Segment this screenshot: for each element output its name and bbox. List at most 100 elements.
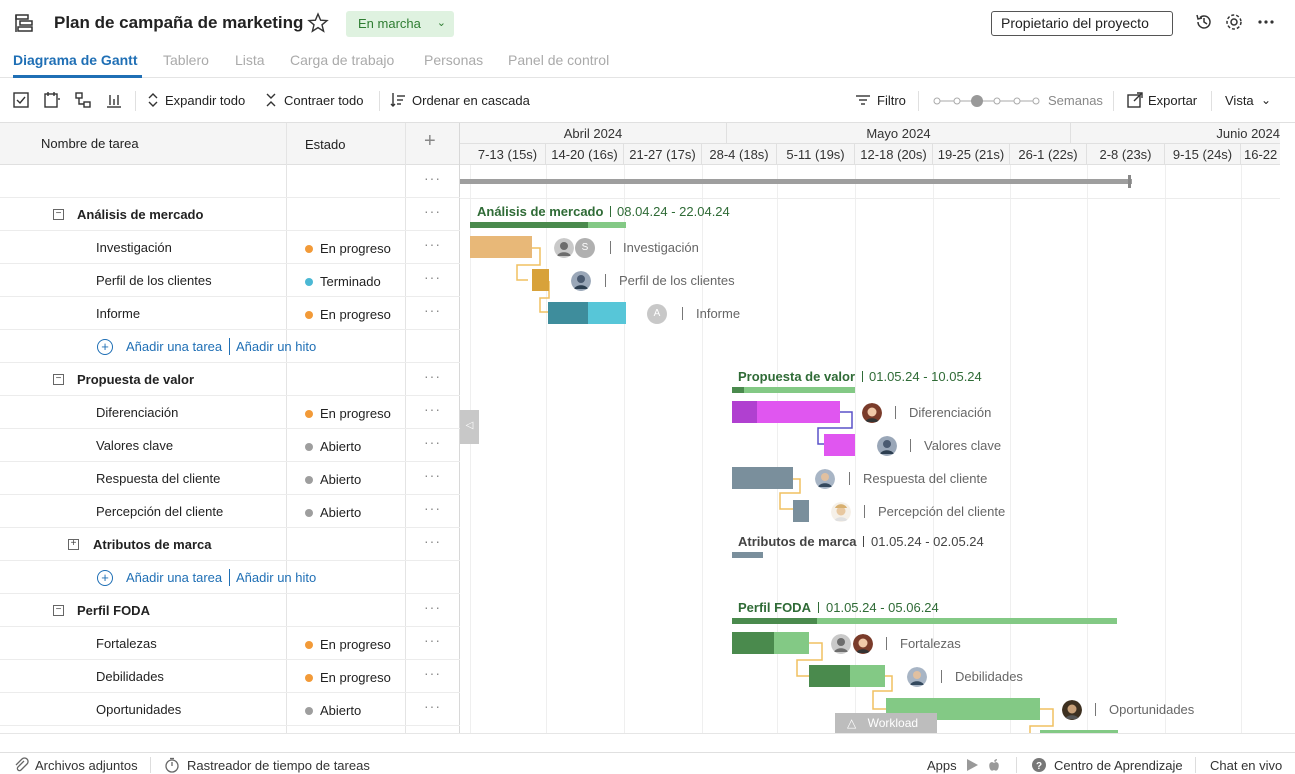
gantt-chart-area[interactable]: Abril 2024 Mayo 2024 Junio 2024 7-13 (15… [460, 123, 1280, 733]
filter-button[interactable]: Filtro [877, 93, 906, 108]
learning-center-link[interactable]: Centro de Aprendizaje [1054, 758, 1183, 773]
status-badge[interactable]: Terminado [305, 274, 381, 289]
collapse-all-button[interactable]: Contraer todo [284, 93, 364, 108]
apple-icon[interactable] [987, 757, 1001, 772]
task-bar-respuesta-cliente[interactable] [732, 467, 793, 489]
add-column-icon[interactable]: + [424, 130, 436, 153]
expand-all-button[interactable]: Expandir todo [165, 93, 245, 108]
add-icon[interactable]: + [97, 570, 113, 586]
user-avatar-initial[interactable]: S [575, 238, 595, 258]
user-avatar[interactable] [815, 469, 835, 489]
column-header-status[interactable]: Estado [305, 137, 345, 152]
collapse-toggle-icon[interactable]: − [53, 605, 64, 616]
user-avatar[interactable] [907, 667, 927, 687]
row-more-icon[interactable]: ··· [424, 599, 441, 615]
collapse-toggle-icon[interactable]: − [53, 209, 64, 220]
user-avatar[interactable] [853, 634, 873, 654]
task-bar-percepcion-cliente[interactable] [793, 500, 809, 522]
table-row-group[interactable]: − Perfil FODA ··· [0, 594, 460, 627]
play-store-icon[interactable] [965, 758, 979, 772]
collapse-grid-handle[interactable]: ◁ [460, 410, 479, 444]
status-badge[interactable]: Abierto [305, 472, 361, 487]
baseline-icon[interactable] [105, 91, 123, 109]
task-bar-valores-clave[interactable] [824, 434, 855, 456]
table-row[interactable]: Debilidades En progreso ··· [0, 660, 460, 693]
table-row[interactable]: Investigación En progreso ··· [0, 231, 460, 264]
group-summary-bar[interactable] [732, 552, 763, 558]
add-task-link[interactable]: Añadir una tarea [126, 339, 222, 354]
status-badge[interactable]: Abierto [305, 505, 361, 520]
dependencies-icon[interactable] [74, 91, 92, 109]
status-badge[interactable]: En progreso [305, 241, 391, 256]
apps-link[interactable]: Apps [927, 758, 957, 773]
row-more-icon[interactable]: ··· [424, 434, 441, 450]
gear-icon[interactable] [1224, 12, 1244, 32]
status-badge[interactable]: En progreso [305, 406, 391, 421]
user-avatar[interactable] [831, 502, 851, 522]
tab-list[interactable]: Lista [235, 52, 265, 68]
row-more-icon[interactable]: ··· [424, 632, 441, 648]
task-bar-investigacion[interactable] [470, 236, 532, 258]
table-row[interactable]: Fortalezas En progreso ··· [0, 627, 460, 660]
table-row[interactable]: Diferenciación En progreso ··· [0, 396, 460, 429]
table-row[interactable]: Oportunidades Abierto ··· [0, 693, 460, 726]
row-more-icon[interactable]: ··· [424, 368, 441, 384]
tab-board[interactable]: Tablero [163, 52, 209, 68]
history-icon[interactable] [1194, 12, 1214, 32]
table-row-project[interactable]: ··· [0, 165, 460, 198]
time-tracker-link[interactable]: Rastreador de tiempo de tareas [187, 758, 370, 773]
row-more-icon[interactable]: ··· [424, 269, 441, 285]
row-more-icon[interactable]: ··· [424, 236, 441, 252]
more-options-icon[interactable] [1256, 12, 1276, 32]
table-row[interactable]: Percepción del cliente Abierto ··· [0, 495, 460, 528]
user-avatar[interactable] [831, 634, 851, 654]
status-badge[interactable]: Abierto [305, 703, 361, 718]
live-chat-link[interactable]: Chat en vivo [1210, 758, 1282, 773]
status-badge[interactable]: En progreso [305, 307, 391, 322]
group-summary-bar[interactable] [732, 387, 855, 393]
cascade-sort-button[interactable]: Ordenar en cascada [412, 93, 530, 108]
status-badge[interactable]: Abierto [305, 439, 361, 454]
tab-workload[interactable]: Carga de trabajo [290, 52, 394, 68]
row-more-icon[interactable]: ··· [424, 698, 441, 714]
status-badge[interactable]: En progreso [305, 637, 391, 652]
select-checkbox-icon[interactable] [12, 91, 30, 109]
row-more-icon[interactable]: ··· [424, 203, 441, 219]
project-status-dropdown[interactable]: En marcha ⌄ [346, 11, 454, 37]
tab-people[interactable]: Personas [424, 52, 483, 68]
table-row[interactable]: Respuesta del cliente Abierto ··· [0, 462, 460, 495]
table-row-group[interactable]: − Propuesta de valor ··· [0, 363, 460, 396]
row-more-icon[interactable]: ··· [424, 467, 441, 483]
add-task-link[interactable]: Añadir una tarea [126, 570, 222, 585]
table-row[interactable]: Perfil de los clientes Terminado ··· [0, 264, 460, 297]
view-dropdown[interactable]: Vista [1225, 93, 1254, 108]
row-more-icon[interactable]: ··· [424, 302, 441, 318]
user-avatar[interactable] [571, 271, 591, 291]
user-avatar-initial[interactable]: A [647, 304, 667, 324]
row-more-icon[interactable]: ··· [424, 170, 441, 186]
collapse-toggle-icon[interactable]: − [53, 374, 64, 385]
status-badge[interactable]: En progreso [305, 670, 391, 685]
calendar-icon[interactable] [43, 91, 61, 109]
row-more-icon[interactable]: ··· [424, 500, 441, 516]
row-more-icon[interactable]: ··· [424, 533, 441, 549]
table-row-group[interactable]: − Análisis de mercado ··· [0, 198, 460, 231]
star-icon[interactable] [307, 12, 329, 34]
add-milestone-link[interactable]: Añadir un hito [236, 339, 316, 354]
expand-toggle-icon[interactable]: + [68, 539, 79, 550]
table-row[interactable]: Valores clave Abierto ··· [0, 429, 460, 462]
user-avatar[interactable] [554, 238, 574, 258]
tab-dashboard[interactable]: Panel de control [508, 52, 609, 68]
table-row[interactable]: Informe En progreso ··· [0, 297, 460, 330]
attachments-link[interactable]: Archivos adjuntos [35, 758, 138, 773]
user-avatar[interactable] [1062, 700, 1082, 720]
add-milestone-link[interactable]: Añadir un hito [236, 570, 316, 585]
horizontal-scrollbar[interactable] [0, 733, 1295, 752]
export-button[interactable]: Exportar [1148, 93, 1197, 108]
user-avatar[interactable] [862, 403, 882, 423]
project-owner-button[interactable]: Propietario del proyecto [991, 11, 1173, 36]
row-more-icon[interactable]: ··· [424, 401, 441, 417]
row-more-icon[interactable]: ··· [424, 665, 441, 681]
column-header-task-name[interactable]: Nombre de tarea [41, 136, 139, 151]
zoom-slider[interactable] [932, 93, 1042, 109]
